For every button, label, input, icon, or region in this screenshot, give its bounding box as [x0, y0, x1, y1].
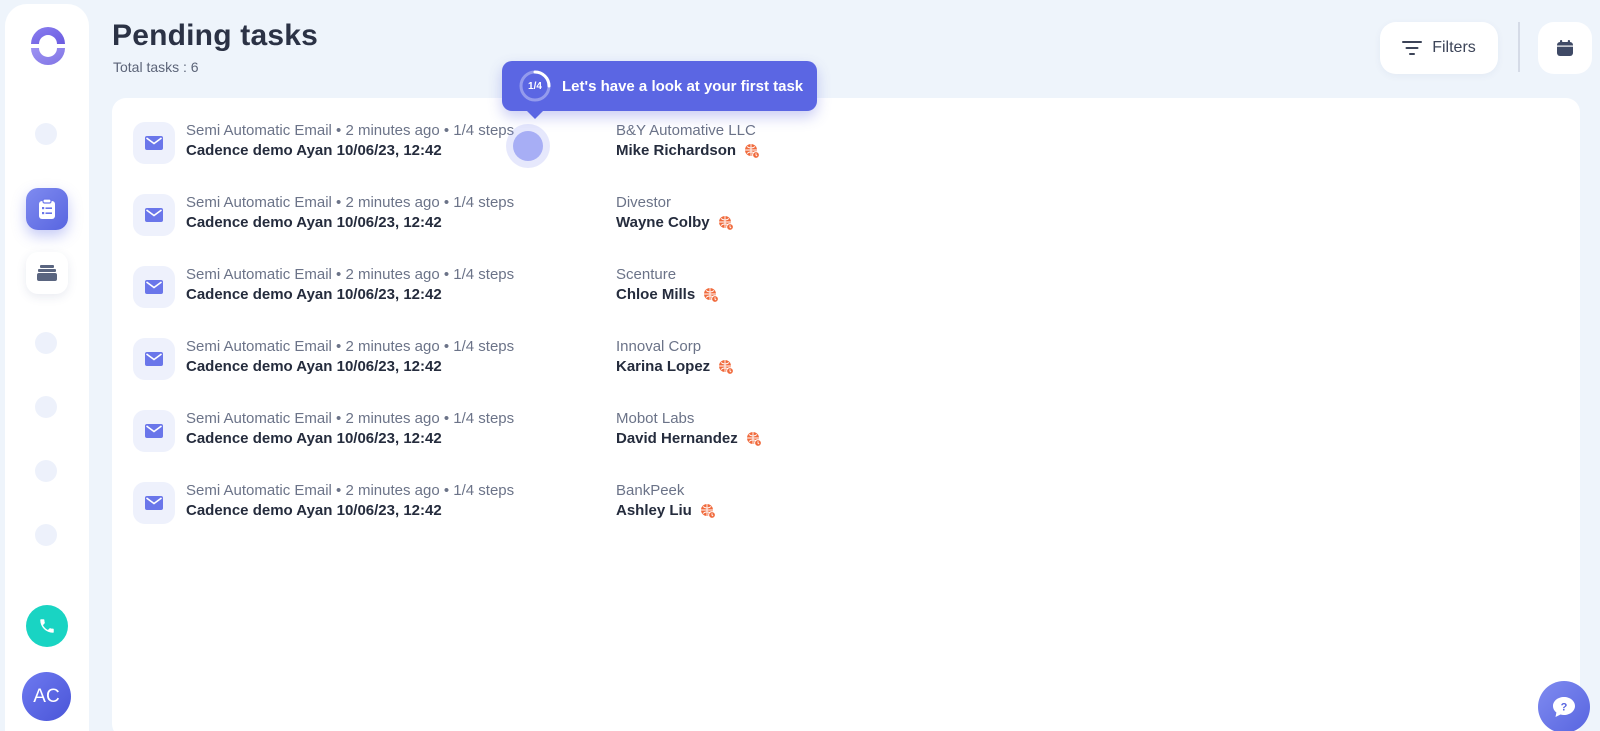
calendar-button[interactable] — [1538, 22, 1592, 74]
sidebar-item-cadences[interactable] — [26, 252, 68, 294]
calendar-icon — [1557, 40, 1573, 56]
mail-icon — [133, 194, 175, 236]
lead-line: Mike Richardson — [616, 142, 760, 159]
lead-line: David Hernandez — [616, 430, 762, 447]
task-meta: Semi Automatic Email • 2 minutes ago • 1… — [186, 122, 515, 139]
globe-icon — [718, 215, 734, 231]
lead-line: Karina Lopez — [616, 358, 735, 375]
globe-icon — [700, 503, 716, 519]
task-row[interactable]: Semi Automatic Email • 2 minutes ago • 1… — [112, 185, 1580, 245]
task-row[interactable]: Semi Automatic Email • 2 minutes ago • 1… — [112, 329, 1580, 389]
task-name[interactable]: Cadence demo Ayan 10/06/23, 12:42 — [186, 358, 442, 375]
call-button[interactable] — [26, 605, 68, 647]
mail-icon — [133, 338, 175, 380]
task-meta: Semi Automatic Email • 2 minutes ago • 1… — [186, 482, 515, 499]
mail-icon — [133, 410, 175, 452]
lead-company: Innoval Corp — [616, 338, 702, 355]
task-row[interactable]: Semi Automatic Email • 2 minutes ago • 1… — [112, 257, 1580, 317]
sidebar-item-placeholder[interactable] — [35, 524, 57, 546]
lead-name[interactable]: Mike Richardson — [616, 142, 736, 159]
sidebar-item-placeholder[interactable] — [35, 460, 57, 482]
clipboard-list-icon — [39, 198, 55, 219]
mail-icon — [133, 266, 175, 308]
lead-name[interactable]: Karina Lopez — [616, 358, 710, 375]
lead-company: BankPeek — [616, 482, 685, 499]
help-chat-icon: ? — [1553, 697, 1575, 717]
sidebar: AC — [5, 4, 89, 731]
task-row[interactable]: Semi Automatic Email • 2 minutes ago • 1… — [112, 473, 1580, 533]
filters-button[interactable]: Filters — [1380, 22, 1498, 74]
tour-step-progress: 1/4 — [518, 69, 552, 103]
mail-icon — [133, 482, 175, 524]
header-divider — [1518, 22, 1520, 72]
tour-beacon[interactable] — [506, 124, 550, 168]
task-name[interactable]: Cadence demo Ayan 10/06/23, 12:42 — [186, 502, 442, 519]
globe-icon — [718, 359, 735, 375]
task-meta: Semi Automatic Email • 2 minutes ago • 1… — [186, 266, 515, 283]
task-list-card: Semi Automatic Email • 2 minutes ago • 1… — [112, 98, 1580, 731]
lead-name[interactable]: Chloe Mills — [616, 286, 695, 303]
svg-text:?: ? — [1561, 702, 1568, 714]
total-tasks-count: Total tasks : 6 — [113, 59, 199, 75]
globe-icon — [744, 143, 760, 159]
filters-label: Filters — [1432, 39, 1476, 56]
avatar-initials: AC — [33, 685, 60, 707]
task-name[interactable]: Cadence demo Ayan 10/06/23, 12:42 — [186, 142, 442, 159]
tour-beacon-dot — [513, 131, 543, 161]
user-avatar[interactable]: AC — [22, 672, 71, 721]
lead-company: Mobot Labs — [616, 410, 695, 427]
lead-name[interactable]: Wayne Colby — [616, 214, 710, 231]
lead-company: Scenture — [616, 266, 677, 283]
lead-line: Ashley Liu — [616, 502, 716, 519]
help-chat-button[interactable]: ? — [1538, 681, 1590, 731]
lead-name[interactable]: David Hernandez — [616, 430, 738, 447]
sidebar-item-placeholder[interactable] — [35, 396, 57, 418]
tour-message: Let's have a look at your first task — [562, 77, 804, 95]
task-name[interactable]: Cadence demo Ayan 10/06/23, 12:42 — [186, 286, 442, 303]
tour-tooltip[interactable]: 1/4 Let's have a look at your first task — [502, 61, 817, 119]
phone-icon — [40, 619, 54, 633]
app-logo[interactable] — [27, 25, 69, 67]
sidebar-item-placeholder[interactable] — [35, 332, 57, 354]
lead-company: Divestor — [616, 194, 672, 211]
page-title: Pending tasks — [112, 19, 318, 52]
sidebar-item-tasks[interactable] — [26, 188, 68, 230]
stack-icon — [37, 265, 57, 281]
globe-icon — [746, 431, 762, 447]
mail-icon — [133, 122, 175, 164]
lead-line: Wayne Colby — [616, 214, 734, 231]
task-meta: Semi Automatic Email • 2 minutes ago • 1… — [186, 194, 515, 211]
lead-name[interactable]: Ashley Liu — [616, 502, 692, 519]
task-name[interactable]: Cadence demo Ayan 10/06/23, 12:42 — [186, 214, 442, 231]
tour-step-label: 1/4 — [528, 80, 542, 92]
task-meta: Semi Automatic Email • 2 minutes ago • 1… — [186, 410, 515, 427]
task-name[interactable]: Cadence demo Ayan 10/06/23, 12:42 — [186, 430, 442, 447]
filter-lines-icon — [1402, 41, 1423, 55]
task-meta: Semi Automatic Email • 2 minutes ago • 1… — [186, 338, 515, 355]
task-row[interactable]: Semi Automatic Email • 2 minutes ago • 1… — [112, 113, 1580, 173]
lead-line: Chloe Mills — [616, 286, 720, 303]
sidebar-item-placeholder[interactable] — [35, 123, 57, 145]
lead-company: B&Y Automative LLC — [616, 122, 756, 139]
task-row[interactable]: Semi Automatic Email • 2 minutes ago • 1… — [112, 401, 1580, 461]
globe-icon — [703, 287, 720, 303]
